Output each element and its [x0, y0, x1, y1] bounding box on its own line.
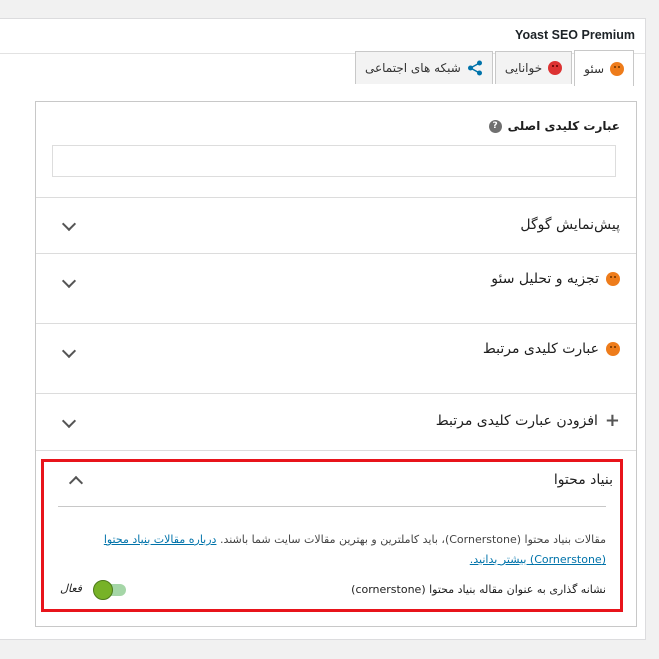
help-icon[interactable]: ?: [488, 119, 502, 133]
section-title: پیش‌نمایش گوگل: [520, 217, 620, 233]
orange-face-icon: [606, 342, 620, 356]
cornerstone-description: مقالات بنیاد محتوا (Cornerstone)، باید ک…: [103, 533, 606, 566]
plus-icon: +: [604, 410, 620, 431]
focus-keyphrase-section: عبارت کلیدی اصلی ?: [36, 102, 636, 198]
orange-face-icon: [610, 61, 624, 76]
chevron-down-icon[interactable]: [61, 273, 77, 289]
cornerstone-section: بنیاد محتوا مقالات بنیاد محتوا (Cornerst…: [41, 459, 623, 612]
google-preview-section[interactable]: پیش‌نمایش گوگل: [36, 197, 636, 254]
chevron-up-icon[interactable]: [68, 475, 84, 491]
section-title: عبارت کلیدی مرتبط: [483, 341, 620, 357]
divider: [58, 506, 606, 507]
chevron-down-icon[interactable]: [61, 216, 77, 232]
toggle-state-text: فعال: [60, 582, 82, 595]
chevron-down-icon[interactable]: [61, 343, 77, 359]
cornerstone-title[interactable]: بنیاد محتوا: [554, 472, 613, 488]
section-title: + افزودن عبارت کلیدی مرتبط: [435, 410, 620, 431]
metabox-title: Yoast SEO Premium: [515, 28, 635, 42]
tab-label: سئو: [584, 61, 604, 76]
focus-keyphrase-label: عبارت کلیدی اصلی ?: [488, 119, 620, 133]
cornerstone-toggle-row: نشانه گذاری به عنوان مقاله بنیاد محتوا (…: [60, 580, 606, 602]
focus-keyphrase-input[interactable]: [52, 145, 616, 177]
tab-seo[interactable]: سئو: [574, 50, 634, 86]
section-title: تجزیه و تحلیل سئو: [491, 271, 620, 287]
tab-bar: سئو خوانایی شبکه های اجتماعی: [353, 49, 634, 86]
orange-face-icon: [606, 272, 620, 286]
chevron-down-icon[interactable]: [61, 413, 77, 429]
related-keyphrase-section[interactable]: عبارت کلیدی مرتبط: [36, 324, 636, 394]
red-sad-face-icon: [548, 61, 563, 75]
toggle-knob[interactable]: [93, 580, 113, 600]
add-related-keyphrase-section[interactable]: + افزودن عبارت کلیدی مرتبط: [36, 394, 636, 451]
tab-label: خوانایی: [504, 61, 543, 75]
cornerstone-toggle[interactable]: [93, 580, 126, 600]
tab-readability[interactable]: خوانایی: [494, 51, 573, 84]
cornerstone-toggle-label: نشانه گذاری به عنوان مقاله بنیاد محتوا (…: [351, 583, 606, 596]
tab-label: شبکه های اجتماعی: [364, 61, 461, 75]
share-icon: [467, 60, 482, 76]
tab-social[interactable]: شبکه های اجتماعی: [354, 51, 493, 84]
seo-analysis-section[interactable]: تجزیه و تحلیل سئو: [36, 254, 636, 324]
